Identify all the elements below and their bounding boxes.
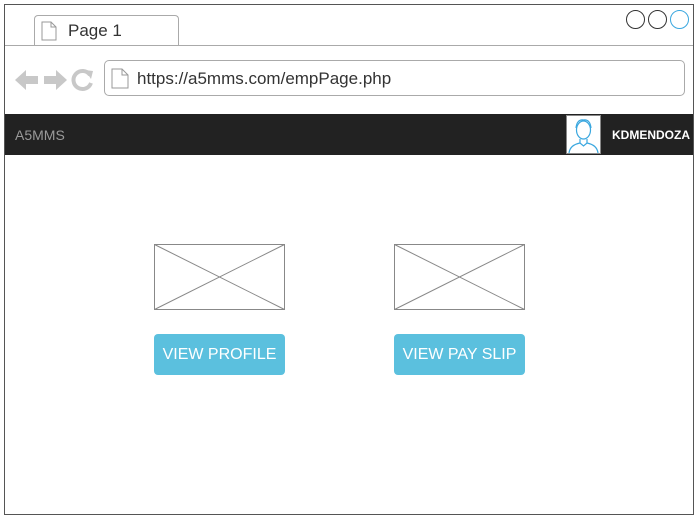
page-icon (111, 68, 129, 94)
maximize-button[interactable] (648, 10, 667, 29)
image-placeholder (154, 244, 285, 310)
image-placeholder (394, 244, 525, 310)
page-icon (41, 21, 57, 46)
tab-strip: Page 1 (5, 5, 693, 46)
refresh-icon[interactable] (71, 68, 95, 97)
minimize-button[interactable] (626, 10, 645, 29)
window-controls (626, 10, 689, 29)
url-text: https://a5mms.com/empPage.php (137, 69, 392, 88)
browser-window: Page 1 https://a5mms.com/empPage.php A5M… (4, 4, 694, 515)
app-navbar: A5MMS KDMENDOZA (5, 114, 693, 155)
back-arrow-icon[interactable] (15, 69, 39, 96)
tab-page-1[interactable]: Page 1 (34, 15, 179, 45)
username-label[interactable]: KDMENDOZA (612, 128, 690, 142)
view-profile-button[interactable]: VIEW PROFILE (154, 334, 285, 375)
address-bar-row: https://a5mms.com/empPage.php (5, 46, 693, 114)
tab-label: Page 1 (68, 21, 122, 40)
view-pay-slip-button[interactable]: VIEW PAY SLIP (394, 334, 525, 375)
url-bar[interactable]: https://a5mms.com/empPage.php (104, 60, 685, 96)
close-button[interactable] (670, 10, 689, 29)
forward-arrow-icon[interactable] (43, 69, 67, 96)
nav-controls (15, 68, 95, 97)
avatar[interactable] (566, 115, 601, 154)
brand-logo-text[interactable]: A5MMS (15, 127, 65, 143)
user-avatar-icon (568, 119, 599, 153)
